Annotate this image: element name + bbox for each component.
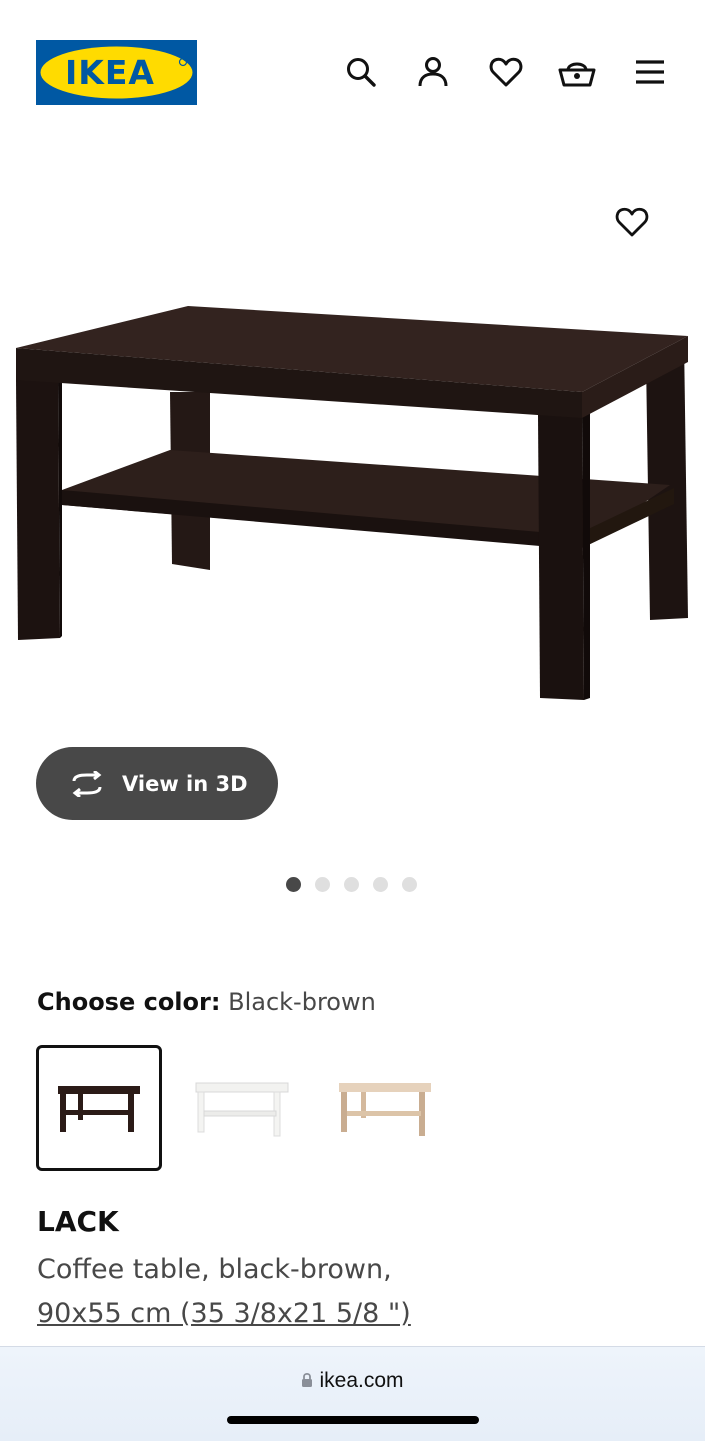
heart-icon[interactable] (486, 52, 526, 92)
swatch-white[interactable] (179, 1045, 305, 1171)
pagination-dot[interactable] (344, 877, 359, 892)
browser-bottom-bar: ikea.com (0, 1346, 705, 1441)
view-in-3d-button[interactable]: View in 3D (36, 747, 278, 820)
search-icon[interactable] (341, 52, 381, 92)
pagination-dot[interactable] (315, 877, 330, 892)
account-icon[interactable] (413, 52, 453, 92)
lock-icon (301, 1370, 313, 1394)
product-dimensions-link[interactable]: 90x55 cm (35 3/8x21 5/8 ") (37, 1292, 411, 1336)
ikea-logo[interactable]: IKEA (36, 40, 197, 105)
selected-color-value: Black-brown (228, 988, 376, 1016)
basket-icon[interactable] (557, 52, 597, 92)
choose-color-label: Choose color: (37, 988, 221, 1016)
add-to-favorites-icon[interactable] (610, 200, 654, 244)
pagination-dot[interactable] (286, 877, 301, 892)
svg-text:IKEA: IKEA (65, 53, 155, 92)
swatch-white-stained-oak[interactable] (322, 1045, 448, 1171)
address-bar[interactable]: ikea.com (0, 1369, 705, 1394)
color-chooser-label: Choose color: Black-brown (37, 988, 376, 1016)
menu-icon[interactable] (630, 52, 670, 92)
color-swatches (36, 1045, 448, 1171)
product-type: Coffee table, black-brown, (37, 1254, 392, 1285)
rotate-icon (68, 765, 106, 803)
url-text: ikea.com (319, 1369, 404, 1392)
product-description: Coffee table, black-brown, 90x55 cm (35 … (37, 1248, 411, 1336)
swatch-black-brown[interactable] (36, 1045, 162, 1171)
product-name: LACK (37, 1205, 119, 1238)
product-image[interactable] (10, 300, 695, 714)
view-in-3d-label: View in 3D (122, 771, 248, 796)
site-header: IKEA (0, 0, 705, 140)
pagination-dot[interactable] (373, 877, 388, 892)
image-pagination (286, 877, 417, 892)
pagination-dot[interactable] (402, 877, 417, 892)
home-indicator[interactable] (227, 1416, 479, 1424)
